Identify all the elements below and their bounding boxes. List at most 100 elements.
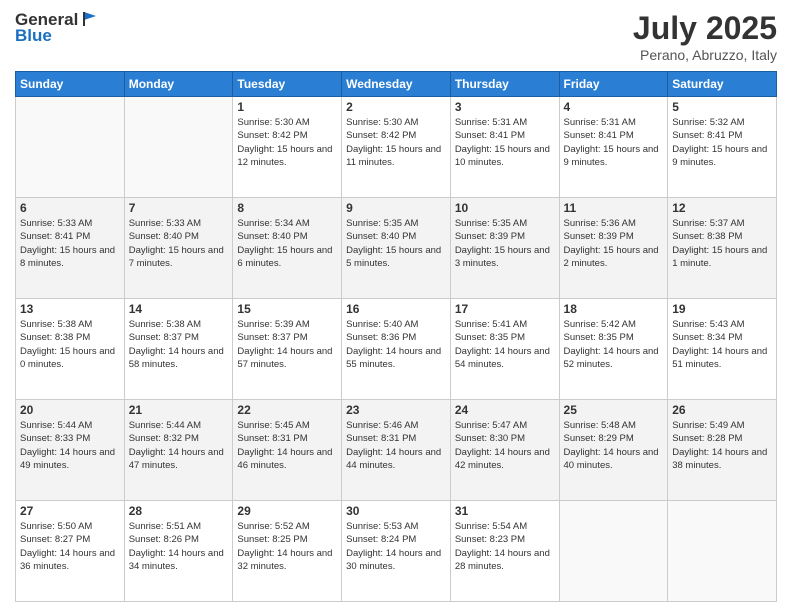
table-row: 20 Sunrise: 5:44 AM Sunset: 8:33 PM Dayli… — [16, 400, 125, 501]
day-info: Sunrise: 5:30 AM Sunset: 8:42 PM Dayligh… — [346, 116, 446, 169]
day-info: Sunrise: 5:39 AM Sunset: 8:37 PM Dayligh… — [237, 318, 337, 371]
day-info: Sunrise: 5:31 AM Sunset: 8:41 PM Dayligh… — [564, 116, 664, 169]
day-number: 7 — [129, 201, 229, 215]
day-number: 8 — [237, 201, 337, 215]
day-number: 2 — [346, 100, 446, 114]
table-row: 31 Sunrise: 5:54 AM Sunset: 8:23 PM Dayli… — [450, 501, 559, 602]
day-number: 3 — [455, 100, 555, 114]
day-number: 1 — [237, 100, 337, 114]
table-row: 24 Sunrise: 5:47 AM Sunset: 8:30 PM Dayli… — [450, 400, 559, 501]
subtitle: Perano, Abruzzo, Italy — [633, 47, 777, 63]
day-info: Sunrise: 5:41 AM Sunset: 8:35 PM Dayligh… — [455, 318, 555, 371]
table-row: 2 Sunrise: 5:30 AM Sunset: 8:42 PM Daylig… — [342, 97, 451, 198]
day-number: 13 — [20, 302, 120, 316]
day-number: 23 — [346, 403, 446, 417]
day-number: 26 — [672, 403, 772, 417]
table-row: 21 Sunrise: 5:44 AM Sunset: 8:32 PM Dayli… — [124, 400, 233, 501]
day-info: Sunrise: 5:45 AM Sunset: 8:31 PM Dayligh… — [237, 419, 337, 472]
table-row — [124, 97, 233, 198]
calendar-week-row: 6 Sunrise: 5:33 AM Sunset: 8:41 PM Daylig… — [16, 198, 777, 299]
table-row — [668, 501, 777, 602]
table-row: 10 Sunrise: 5:35 AM Sunset: 8:39 PM Dayli… — [450, 198, 559, 299]
day-info: Sunrise: 5:34 AM Sunset: 8:40 PM Dayligh… — [237, 217, 337, 270]
day-number: 24 — [455, 403, 555, 417]
day-number: 9 — [346, 201, 446, 215]
col-thursday: Thursday — [450, 72, 559, 97]
day-info: Sunrise: 5:53 AM Sunset: 8:24 PM Dayligh… — [346, 520, 446, 573]
table-row: 9Sunrise: 5:35 AM Sunset: 8:40 PM Daylig… — [342, 198, 451, 299]
day-info: Sunrise: 5:52 AM Sunset: 8:25 PM Dayligh… — [237, 520, 337, 573]
calendar-week-row: 20 Sunrise: 5:44 AM Sunset: 8:33 PM Dayli… — [16, 400, 777, 501]
calendar-table: Sunday Monday Tuesday Wednesday Thursday… — [15, 71, 777, 602]
day-number: 28 — [129, 504, 229, 518]
table-row: 6 Sunrise: 5:33 AM Sunset: 8:41 PM Daylig… — [16, 198, 125, 299]
day-info: Sunrise: 5:36 AM Sunset: 8:39 PM Dayligh… — [564, 217, 664, 270]
day-number: 10 — [455, 201, 555, 215]
table-row: 3 Sunrise: 5:31 AM Sunset: 8:41 PM Daylig… — [450, 97, 559, 198]
table-row: 18 Sunrise: 5:42 AM Sunset: 8:35 PM Dayli… — [559, 299, 668, 400]
calendar-week-row: 1 Sunrise: 5:30 AM Sunset: 8:42 PM Daylig… — [16, 97, 777, 198]
day-number: 19 — [672, 302, 772, 316]
day-number: 6 — [20, 201, 120, 215]
day-number: 31 — [455, 504, 555, 518]
day-info: Sunrise: 5:35 AM Sunset: 8:39 PM Dayligh… — [455, 217, 555, 270]
table-row: 8 Sunrise: 5:34 AM Sunset: 8:40 PM Daylig… — [233, 198, 342, 299]
calendar-week-row: 13 Sunrise: 5:38 AM Sunset: 8:38 PM Dayli… — [16, 299, 777, 400]
day-info: Sunrise: 5:38 AM Sunset: 8:38 PM Dayligh… — [20, 318, 120, 371]
day-info: Sunrise: 5:51 AM Sunset: 8:26 PM Dayligh… — [129, 520, 229, 573]
table-row: 23 Sunrise: 5:46 AM Sunset: 8:31 PM Dayli… — [342, 400, 451, 501]
table-row: 5Sunrise: 5:32 AM Sunset: 8:41 PM Daylig… — [668, 97, 777, 198]
day-info: Sunrise: 5:32 AM Sunset: 8:41 PM Dayligh… — [672, 116, 772, 169]
day-info: Sunrise: 5:38 AM Sunset: 8:37 PM Dayligh… — [129, 318, 229, 371]
table-row: 17 Sunrise: 5:41 AM Sunset: 8:35 PM Dayli… — [450, 299, 559, 400]
day-info: Sunrise: 5:31 AM Sunset: 8:41 PM Dayligh… — [455, 116, 555, 169]
col-friday: Friday — [559, 72, 668, 97]
table-row: 26 Sunrise: 5:49 AM Sunset: 8:28 PM Dayli… — [668, 400, 777, 501]
day-number: 11 — [564, 201, 664, 215]
day-info: Sunrise: 5:46 AM Sunset: 8:31 PM Dayligh… — [346, 419, 446, 472]
day-number: 15 — [237, 302, 337, 316]
day-info: Sunrise: 5:33 AM Sunset: 8:40 PM Dayligh… — [129, 217, 229, 270]
table-row: 12Sunrise: 5:37 AM Sunset: 8:38 PM Dayli… — [668, 198, 777, 299]
day-number: 25 — [564, 403, 664, 417]
table-row: 29Sunrise: 5:52 AM Sunset: 8:25 PM Dayli… — [233, 501, 342, 602]
day-info: Sunrise: 5:33 AM Sunset: 8:41 PM Dayligh… — [20, 217, 120, 270]
table-row: 4Sunrise: 5:31 AM Sunset: 8:41 PM Daylig… — [559, 97, 668, 198]
day-number: 18 — [564, 302, 664, 316]
day-info: Sunrise: 5:50 AM Sunset: 8:27 PM Dayligh… — [20, 520, 120, 573]
day-info: Sunrise: 5:42 AM Sunset: 8:35 PM Dayligh… — [564, 318, 664, 371]
col-tuesday: Tuesday — [233, 72, 342, 97]
table-row — [559, 501, 668, 602]
day-number: 14 — [129, 302, 229, 316]
table-row: 7 Sunrise: 5:33 AM Sunset: 8:40 PM Daylig… — [124, 198, 233, 299]
day-number: 22 — [237, 403, 337, 417]
table-row: 16Sunrise: 5:40 AM Sunset: 8:36 PM Dayli… — [342, 299, 451, 400]
logo-blue-text: Blue — [15, 26, 52, 46]
table-row: 19Sunrise: 5:43 AM Sunset: 8:34 PM Dayli… — [668, 299, 777, 400]
day-info: Sunrise: 5:49 AM Sunset: 8:28 PM Dayligh… — [672, 419, 772, 472]
day-number: 30 — [346, 504, 446, 518]
day-info: Sunrise: 5:54 AM Sunset: 8:23 PM Dayligh… — [455, 520, 555, 573]
day-info: Sunrise: 5:44 AM Sunset: 8:32 PM Dayligh… — [129, 419, 229, 472]
day-number: 17 — [455, 302, 555, 316]
table-row: 13 Sunrise: 5:38 AM Sunset: 8:38 PM Dayli… — [16, 299, 125, 400]
col-wednesday: Wednesday — [342, 72, 451, 97]
main-title: July 2025 — [633, 10, 777, 47]
table-row: 27Sunrise: 5:50 AM Sunset: 8:27 PM Dayli… — [16, 501, 125, 602]
table-row: 28 Sunrise: 5:51 AM Sunset: 8:26 PM Dayli… — [124, 501, 233, 602]
logo: General Blue — [15, 10, 98, 46]
day-info: Sunrise: 5:47 AM Sunset: 8:30 PM Dayligh… — [455, 419, 555, 472]
day-info: Sunrise: 5:44 AM Sunset: 8:33 PM Dayligh… — [20, 419, 120, 472]
table-row: 14 Sunrise: 5:38 AM Sunset: 8:37 PM Dayli… — [124, 299, 233, 400]
day-number: 20 — [20, 403, 120, 417]
day-info: Sunrise: 5:37 AM Sunset: 8:38 PM Dayligh… — [672, 217, 772, 270]
calendar-week-row: 27Sunrise: 5:50 AM Sunset: 8:27 PM Dayli… — [16, 501, 777, 602]
col-saturday: Saturday — [668, 72, 777, 97]
table-row: 22 Sunrise: 5:45 AM Sunset: 8:31 PM Dayli… — [233, 400, 342, 501]
table-row: 1 Sunrise: 5:30 AM Sunset: 8:42 PM Daylig… — [233, 97, 342, 198]
day-number: 21 — [129, 403, 229, 417]
day-info: Sunrise: 5:48 AM Sunset: 8:29 PM Dayligh… — [564, 419, 664, 472]
table-row — [16, 97, 125, 198]
day-info: Sunrise: 5:30 AM Sunset: 8:42 PM Dayligh… — [237, 116, 337, 169]
day-info: Sunrise: 5:40 AM Sunset: 8:36 PM Dayligh… — [346, 318, 446, 371]
